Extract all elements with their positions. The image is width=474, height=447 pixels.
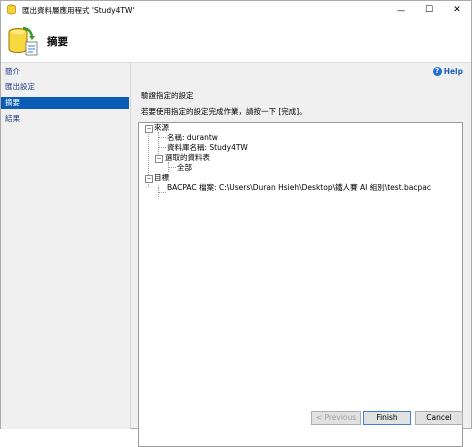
tree-connector xyxy=(158,147,166,148)
minimize-icon: — xyxy=(397,5,405,15)
export-wizard-window: 匯出資料層應用程式 'Study4TW' — ☐ ✕ 摘要 簡介 匯出設定 摘要… xyxy=(0,0,472,447)
sidebar-item-label: 結果 xyxy=(5,114,20,123)
collapse-toggle-icon[interactable]: − xyxy=(155,155,163,163)
tree-node-source[interactable]: 來源 xyxy=(154,123,169,133)
sidebar-item-label: 簡介 xyxy=(5,67,20,76)
help-link[interactable]: ? Help xyxy=(432,67,463,76)
title-bar: 匯出資料層應用程式 'Study4TW' — ☐ ✕ xyxy=(1,1,471,19)
sidebar-item-intro[interactable]: 簡介 xyxy=(1,66,129,78)
tree-node-all[interactable]: 全部 xyxy=(177,163,192,173)
window-title: 匯出資料層應用程式 'Study4TW' xyxy=(22,6,135,15)
minimize-button[interactable]: — xyxy=(387,1,415,19)
wizard-sidebar: 簡介 匯出設定 摘要 結果 xyxy=(1,63,131,429)
close-icon: ✕ xyxy=(453,5,461,15)
page-title: 摘要 xyxy=(47,36,68,48)
tree-connector xyxy=(158,137,166,138)
sidebar-item-label: 匯出設定 xyxy=(5,82,35,91)
tree-node-target[interactable]: 目標 xyxy=(154,173,169,183)
sidebar-item-label: 摘要 xyxy=(5,98,20,107)
sidebar-item-export-settings[interactable]: 匯出設定 xyxy=(1,81,129,93)
collapse-toggle-icon[interactable]: − xyxy=(145,175,153,183)
finish-button[interactable]: Finish xyxy=(363,411,411,425)
tree-node-name[interactable]: 名稱: durantw xyxy=(167,133,218,143)
summary-tree[interactable]: − 來源 名稱: durantw 資料庫名稱: Study4TW − 選取的資料… xyxy=(138,122,463,447)
database-app-icon xyxy=(6,4,17,15)
close-button[interactable]: ✕ xyxy=(443,1,471,19)
tree-node-db-name[interactable]: 資料庫名稱: Study4TW xyxy=(167,143,248,153)
section-description: 若要使用指定的設定完成作業，請按一下 [完成]。 xyxy=(141,107,307,116)
sidebar-item-summary[interactable]: 摘要 xyxy=(1,97,129,109)
sidebar-item-results[interactable]: 結果 xyxy=(1,113,129,125)
tree-node-selected-tables[interactable]: 選取的資料表 xyxy=(165,153,210,163)
help-icon: ? xyxy=(432,67,442,76)
collapse-toggle-icon[interactable]: − xyxy=(145,125,153,133)
help-label: Help xyxy=(443,67,463,76)
tree-connector xyxy=(158,192,166,193)
database-export-icon xyxy=(7,25,39,57)
tree-node-bacpac-file[interactable]: BACPAC 檔案: C:\Users\Duran Hsieh\Desktop\… xyxy=(167,183,431,193)
cancel-button[interactable]: Cancel xyxy=(415,411,463,425)
tree-connector xyxy=(168,167,176,168)
wizard-content: ? Help 驗證指定的設定 若要使用指定的設定完成作業，請按一下 [完成]。 … xyxy=(131,63,471,447)
maximize-icon: ☐ xyxy=(424,5,434,15)
section-title: 驗證指定的設定 xyxy=(141,91,194,100)
previous-button[interactable]: < Previous xyxy=(311,411,361,425)
maximize-button[interactable]: ☐ xyxy=(415,1,443,19)
wizard-header: 摘要 xyxy=(1,19,471,63)
